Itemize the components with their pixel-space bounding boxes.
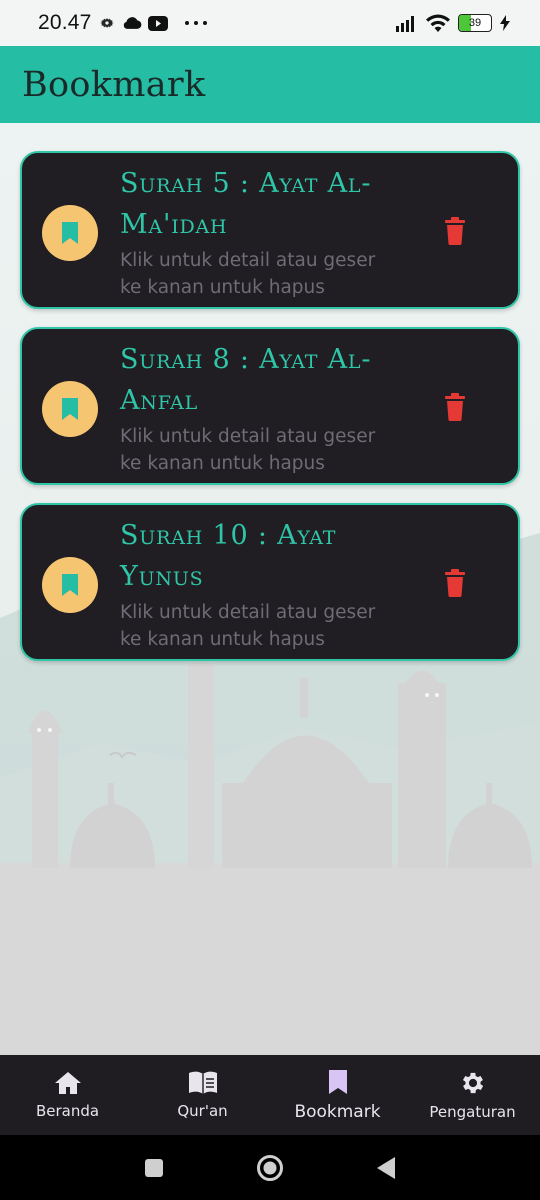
bookmark-text: Surah 10 : Ayat Yunus Klik untuk detail … [120,515,400,653]
app-bar: Bookmark [0,46,540,123]
trash-icon[interactable] [444,569,466,597]
bookmark-card[interactable]: Surah 5 : Ayat Al-Ma'idah Klik untuk det… [20,151,520,309]
home-button[interactable] [212,1154,328,1182]
circle-icon [257,1154,283,1181]
bookmark-avatar [42,205,98,261]
status-right: 39 [396,14,510,32]
book-icon [188,1071,217,1094]
youtube-icon [147,15,168,31]
recents-button[interactable] [96,1158,212,1178]
bookmark-icon [328,1070,347,1094]
nav-label: Qur'an [177,1102,228,1120]
bookmark-text: Surah 5 : Ayat Al-Ma'idah Klik untuk det… [120,163,400,301]
bookmark-icon [62,398,78,420]
bookmark-text: Surah 8 : Ayat Al-Anfal Klik untuk detai… [120,339,400,477]
bookmark-list: Surah 5 : Ayat Al-Ma'idah Klik untuk det… [20,151,520,679]
bottom-nav: Beranda Qur'an Bookmark Pengaturan [0,1055,540,1135]
more-dots-icon [184,21,207,25]
trash-icon[interactable] [444,393,466,421]
bookmark-subtitle: Klik untuk detail atau geser ke kanan un… [120,602,376,650]
status-left: 20.47 [38,11,208,35]
gear-icon [99,18,114,28]
bookmark-card[interactable]: Surah 8 : Ayat Al-Anfal Klik untuk detai… [20,327,520,485]
bookmark-avatar [42,557,98,613]
battery-level: 39 [468,17,482,29]
bookmark-avatar [42,381,98,437]
nav-item-quran[interactable]: Qur'an [135,1055,270,1135]
bookmark-title: Surah 10 : Ayat Yunus [120,520,337,592]
bookmark-icon [62,574,78,596]
nav-item-beranda[interactable]: Beranda [0,1055,135,1135]
bookmark-title: Surah 8 : Ayat Al-Anfal [120,344,372,416]
page-title: Bookmark [22,64,206,105]
bookmark-subtitle: Klik untuk detail atau geser ke kanan un… [120,250,376,298]
charging-icon [500,15,510,31]
nav-label: Beranda [35,1102,100,1120]
home-icon [54,1072,81,1094]
wifi-icon [426,14,450,32]
bookmark-icon [62,222,78,244]
status-bar: 20.47 39 [0,0,540,46]
gear-icon [462,1072,483,1094]
nav-label: Pengaturan [429,1103,516,1121]
nav-item-pengaturan[interactable]: Pengaturan [405,1055,540,1135]
system-nav-bar [0,1135,540,1200]
cloud-icon [123,17,141,29]
bookmark-title: Surah 5 : Ayat Al-Ma'idah [120,168,372,240]
bookmark-card[interactable]: Surah 10 : Ayat Yunus Klik untuk detail … [20,503,520,661]
square-icon [145,1158,163,1177]
back-button[interactable] [328,1156,444,1180]
bookmark-subtitle: Klik untuk detail atau geser ke kanan un… [120,426,376,474]
nav-item-bookmark[interactable]: Bookmark [270,1055,405,1135]
back-triangle-icon [377,1156,395,1179]
nav-label: Bookmark [294,1102,381,1122]
status-time: 20.47 [38,11,92,34]
trash-icon[interactable] [444,217,466,245]
battery-icon: 39 [458,14,492,32]
signal-icon [396,16,414,32]
